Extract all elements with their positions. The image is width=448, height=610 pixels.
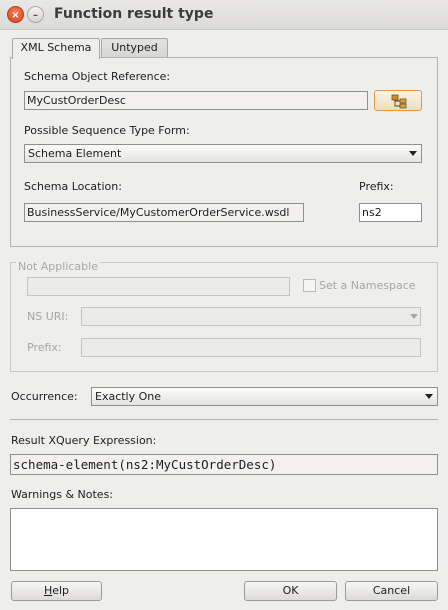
ns-uri-label: NS URI: xyxy=(27,310,69,323)
set-namespace-checkbox[interactable] xyxy=(303,279,316,292)
occurrence-dropdown[interactable]: Exactly One xyxy=(91,387,438,406)
schema-tree-icon xyxy=(391,94,407,109)
schema-object-reference-field[interactable]: MyCustOrderDesc xyxy=(24,91,368,110)
ns-uri-dropdown[interactable] xyxy=(81,307,421,326)
browse-schema-button[interactable] xyxy=(374,90,422,111)
result-expression-field[interactable]: schema-element(ns2:MyCustOrderDesc) xyxy=(10,454,438,475)
na-prefix-label: Prefix: xyxy=(27,341,62,354)
not-applicable-legend: Not Applicable xyxy=(16,260,100,273)
cancel-button[interactable]: Cancel xyxy=(345,581,438,601)
sequence-type-dropdown[interactable]: Schema Element xyxy=(24,144,422,163)
set-namespace-label: Set a Namespace xyxy=(319,279,416,292)
sequence-type-label: Possible Sequence Type Form: xyxy=(24,124,190,137)
help-mnemonic: H xyxy=(43,584,53,597)
prefix-label: Prefix: xyxy=(359,180,394,193)
chevron-down-icon xyxy=(409,151,417,156)
help-label-rest: elp xyxy=(52,584,70,597)
na-prefix-input[interactable] xyxy=(81,338,421,357)
help-button[interactable]: Help xyxy=(11,581,102,601)
schema-location-field[interactable]: BusinessService/MyCustomerOrderService.w… xyxy=(24,203,304,222)
dialog-title: Function result type xyxy=(54,6,214,22)
chevron-down-icon xyxy=(410,314,418,319)
tab-xml-schema[interactable]: XML Schema xyxy=(12,38,100,59)
schema-location-label: Schema Location: xyxy=(24,180,122,193)
prefix-input[interactable]: ns2 xyxy=(359,203,422,222)
chevron-down-icon xyxy=(425,394,433,399)
occurrence-label: Occurrence: xyxy=(11,390,78,403)
tab-untyped[interactable]: Untyped xyxy=(101,38,168,58)
schema-object-reference-label: Schema Object Reference: xyxy=(24,70,171,83)
title-bar: × – Function result type xyxy=(0,0,448,30)
warnings-textarea[interactable] xyxy=(10,508,438,571)
sequence-type-value: Schema Element xyxy=(28,147,122,160)
warnings-label: Warnings & Notes: xyxy=(11,488,114,501)
ok-button[interactable]: OK xyxy=(244,581,337,601)
namespace-input[interactable] xyxy=(27,277,290,296)
minimize-window-icon[interactable]: – xyxy=(27,6,44,23)
result-expression-label: Result XQuery Expression: xyxy=(11,434,157,447)
occurrence-value: Exactly One xyxy=(95,390,162,403)
separator xyxy=(10,419,438,420)
close-window-icon[interactable]: × xyxy=(7,6,24,23)
